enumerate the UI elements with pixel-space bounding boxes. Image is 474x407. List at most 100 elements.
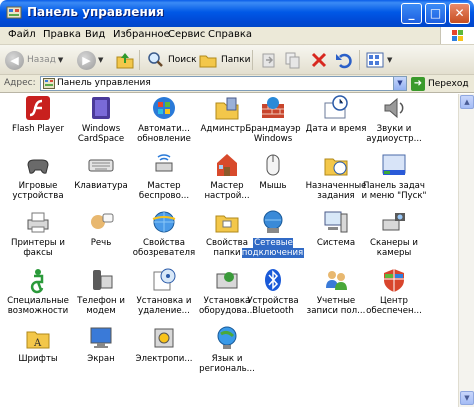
control-panel-item[interactable]: Учетные записи пол... xyxy=(303,266,369,322)
control-panel-item[interactable]: Язык и региональ... xyxy=(194,324,260,380)
back-dropdown-icon[interactable]: ▼ xyxy=(58,56,63,64)
control-panel-item[interactable]: Установка и удаление... xyxy=(131,266,197,322)
security-center-icon xyxy=(384,269,404,292)
control-panel-item-label: Дата и время xyxy=(305,124,367,134)
forward-dropdown-icon[interactable]: ▼ xyxy=(98,56,103,64)
vertical-scrollbar[interactable]: ▲ ▼ xyxy=(458,94,474,407)
folder-options-icon xyxy=(215,215,239,233)
control-panel-item[interactable]: Панель задач и меню "Пуск" xyxy=(361,151,427,207)
delete-icon xyxy=(311,52,327,68)
control-panel-item-label: Центр обеспечен... xyxy=(366,296,422,316)
control-panel-item-label: Мастер беспрово... xyxy=(138,181,190,201)
control-panel-item-label: Установка и удаление... xyxy=(136,296,192,316)
title-bar[interactable]: Панель управления _ □ ✕ xyxy=(0,0,474,27)
system-icon xyxy=(324,211,348,233)
control-panel-item[interactable]: Телефон и модем xyxy=(68,266,134,322)
undo-button[interactable] xyxy=(334,49,354,71)
control-panel-item-label: Экран xyxy=(87,354,115,364)
maximize-button[interactable]: □ xyxy=(425,3,446,24)
menu-file[interactable]: Файл xyxy=(8,29,36,40)
control-panel-item[interactable]: Игровые устройства xyxy=(5,151,71,207)
move-to-button[interactable] xyxy=(259,49,279,71)
windows-logo-icon xyxy=(440,27,474,44)
control-panel-item-label: Электропи... xyxy=(135,354,193,364)
control-panel-item[interactable]: Звуки и аудиоустр... xyxy=(361,94,427,150)
control-panel-item[interactable]: Сканеры и камеры xyxy=(361,208,427,264)
go-label: Переход xyxy=(428,79,469,89)
back-arrow-icon: ◀ xyxy=(5,50,24,70)
menu-edit[interactable]: Правка xyxy=(43,29,81,40)
address-value: Панель управления xyxy=(57,78,151,88)
scanners-icon xyxy=(382,213,405,231)
up-folder-icon xyxy=(116,53,134,69)
views-button[interactable]: ▼ xyxy=(365,49,392,71)
control-panel-item-label: Звуки и аудиоустр... xyxy=(366,124,422,144)
wireless-wizard-icon xyxy=(155,154,173,172)
internet-options-icon xyxy=(152,211,176,233)
printers-icon xyxy=(27,212,49,233)
control-panel-item-label: Принтеры и факсы xyxy=(11,238,65,258)
go-button[interactable]: ➜ Переход xyxy=(411,76,469,92)
automatic-updates-icon xyxy=(153,97,175,119)
control-panel-item[interactable]: Брандмауэр Windows xyxy=(240,94,306,150)
control-panel-item[interactable]: Автомати... обновление xyxy=(131,94,197,150)
game-controllers-icon xyxy=(27,159,49,174)
control-panel-item[interactable]: Речь xyxy=(68,208,134,264)
address-field[interactable]: Панель управления ▼ xyxy=(40,76,407,91)
folders-button[interactable]: Папки xyxy=(198,49,250,71)
control-panel-item[interactable]: Электропи... xyxy=(131,324,197,380)
delete-button[interactable] xyxy=(309,49,329,71)
control-panel-item-label: Панель задач и меню "Пуск" xyxy=(361,181,427,201)
menu-tools[interactable]: Сервис xyxy=(168,29,205,40)
control-panel-item[interactable]: Система xyxy=(303,208,369,264)
control-panel-item[interactable]: Центр обеспечен... xyxy=(361,266,427,322)
control-panel-item[interactable]: Устройства Bluetooth xyxy=(240,266,306,322)
views-icon xyxy=(366,52,384,68)
control-panel-item[interactable]: Экран xyxy=(68,324,134,380)
taskbar-icon xyxy=(382,154,406,175)
svg-text:A: A xyxy=(33,338,42,349)
menu-view[interactable]: Вид xyxy=(85,29,105,40)
control-panel-item-label: Свойства обозревателя xyxy=(132,238,196,258)
back-button[interactable]: ◀ Назад ▼ xyxy=(5,49,63,71)
scroll-down-icon[interactable]: ▼ xyxy=(460,391,474,405)
control-panel-item[interactable]: Сетевые подключения xyxy=(240,208,306,264)
sounds-icon xyxy=(384,97,404,119)
control-panel-item[interactable]: Мышь xyxy=(240,151,306,207)
up-folder-button[interactable] xyxy=(115,49,135,71)
control-panel-item-label: Мышь xyxy=(259,181,287,191)
close-button[interactable]: ✕ xyxy=(449,3,470,24)
control-panel-item[interactable]: Дата и время xyxy=(303,94,369,150)
control-panel-item[interactable]: Принтеры и факсы xyxy=(5,208,71,264)
search-label: Поиск xyxy=(168,55,197,65)
add-remove-programs-icon xyxy=(153,268,176,291)
control-panel-item[interactable]: A Шрифты xyxy=(5,324,71,380)
control-panel-item[interactable]: Назначенные задания xyxy=(303,151,369,207)
control-panel-item-label: Шрифты xyxy=(18,354,58,364)
control-panel-content: Flash Player Windows CardSpace Автомати...… xyxy=(0,94,474,407)
forward-button[interactable]: ▶ ▼ xyxy=(77,49,103,71)
control-panel-item[interactable]: Windows CardSpace xyxy=(68,94,134,150)
folders-icon xyxy=(199,55,217,68)
add-hardware-icon xyxy=(216,272,238,289)
firewall-icon xyxy=(262,97,284,118)
address-label: Адрес: xyxy=(4,78,36,88)
control-panel-item[interactable]: Мастер беспрово... xyxy=(131,151,197,207)
menu-favorites[interactable]: Избранное xyxy=(113,29,170,40)
search-button[interactable]: Поиск xyxy=(145,49,197,71)
power-options-icon xyxy=(154,328,174,348)
display-icon xyxy=(90,327,112,348)
control-panel-item[interactable]: Специальные возможности xyxy=(5,266,71,322)
views-dropdown-icon[interactable]: ▼ xyxy=(387,56,392,64)
menu-help[interactable]: Справка xyxy=(208,29,252,40)
control-panel-item[interactable]: Flash Player xyxy=(5,94,71,150)
control-panel-item[interactable]: Клавиатура xyxy=(68,151,134,207)
copy-to-icon xyxy=(285,52,300,69)
minimize-button[interactable]: _ xyxy=(401,3,422,24)
copy-to-button[interactable] xyxy=(283,49,303,71)
regional-options-icon xyxy=(217,326,237,349)
control-panel-item[interactable]: Свойства обозревателя xyxy=(131,208,197,264)
control-panel-icon xyxy=(6,6,22,19)
address-dropdown-icon[interactable]: ▼ xyxy=(393,77,406,90)
scroll-up-icon[interactable]: ▲ xyxy=(460,95,474,109)
